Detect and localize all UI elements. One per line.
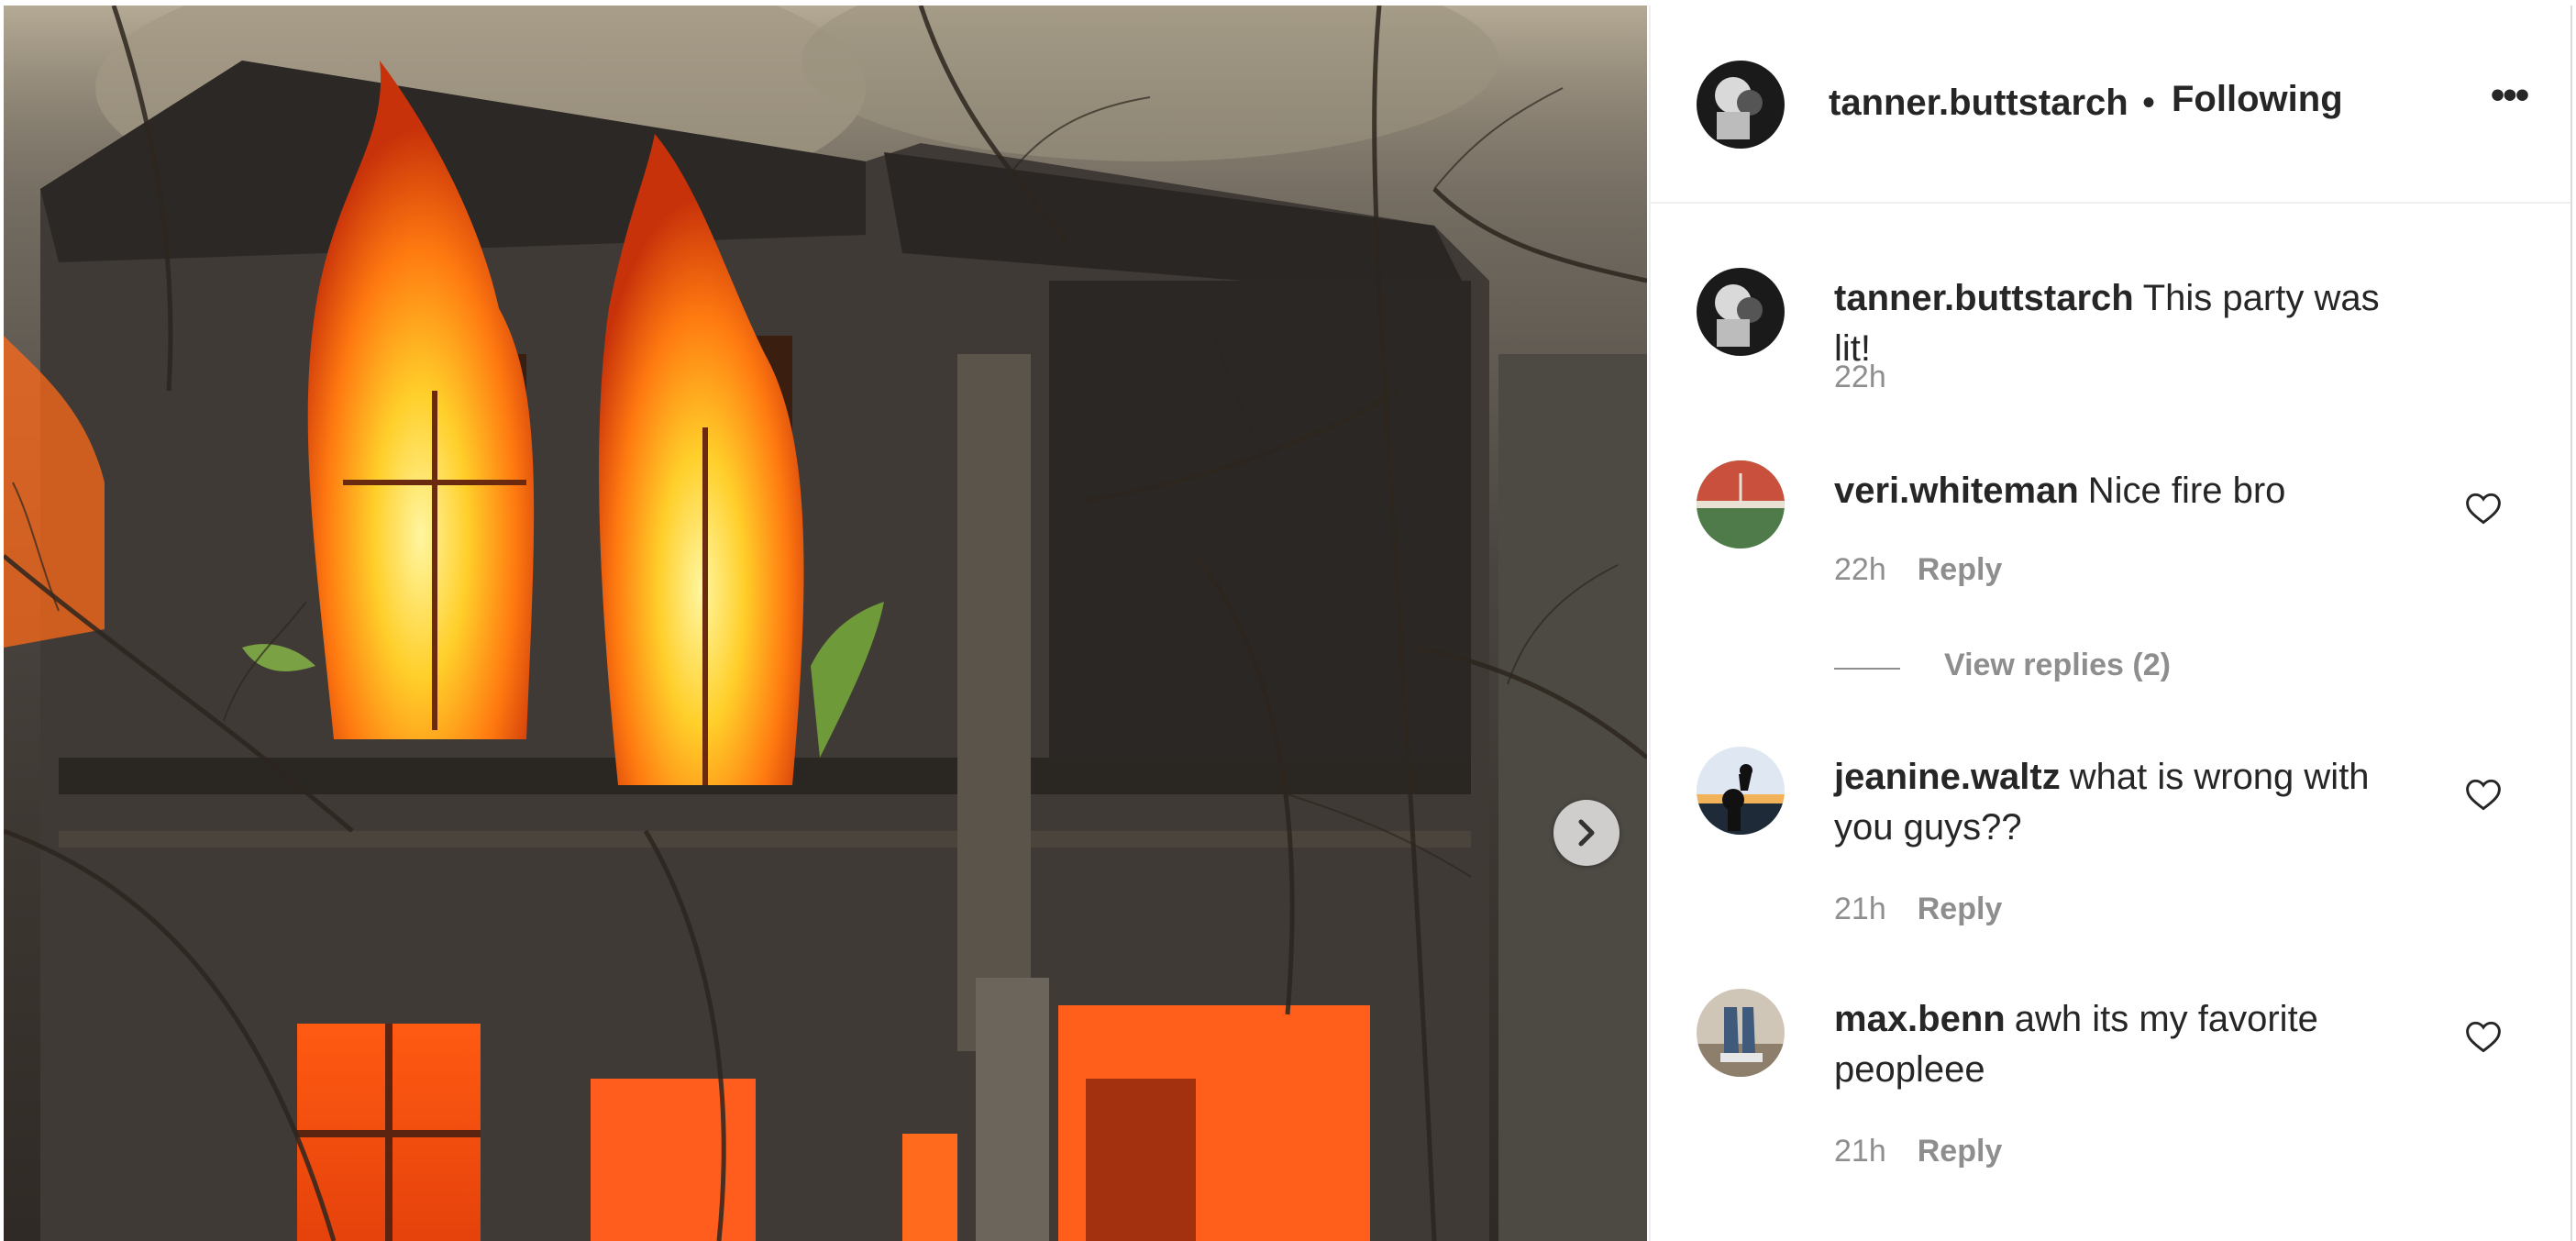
comment-timestamp[interactable]: 22h [1834, 552, 1886, 587]
comment-text: jeanine.waltz what is wrong with you guys… [1834, 752, 2421, 853]
replies-divider [1834, 668, 1900, 670]
like-comment-button[interactable] [2463, 774, 2504, 814]
avatar-image [1697, 989, 1785, 1077]
comment-item: veri.whiteman Nice fire bro 22h Reply View… [1651, 460, 2570, 699]
comment-meta: 21h Reply [1834, 892, 2002, 927]
chevron-right-icon [1578, 819, 1595, 847]
avatar[interactable] [1697, 61, 1785, 149]
caption-comment: tanner.buttstarch This party was lit! 22h [1651, 268, 2570, 415]
post-image[interactable] [4, 6, 1647, 1241]
post-sidebar: tanner.buttstarch • Following ••• tanner… [1649, 6, 2572, 1241]
comment-meta: 22h Reply [1834, 552, 2002, 588]
post-author-username[interactable]: tanner.buttstarch [1829, 83, 2128, 124]
reply-button[interactable]: Reply [1918, 552, 2003, 587]
comment-text: max.benn awh its my favorite peopleee [1834, 994, 2421, 1095]
reply-button[interactable]: Reply [1918, 1134, 2003, 1169]
avatar[interactable] [1697, 747, 1785, 835]
avatar-image [1697, 747, 1785, 835]
heart-icon [2466, 493, 2501, 525]
comment-body: Nice fire bro [2087, 471, 2286, 511]
avatar-image [1697, 460, 1785, 548]
following-button[interactable]: Following [2172, 79, 2343, 120]
comment-item: max.benn awh its my favorite peopleee 21h… [1651, 989, 2570, 1191]
burning-building-illustration [4, 6, 1647, 1241]
reply-button[interactable]: Reply [1918, 892, 2003, 926]
comment-text: veri.whiteman Nice fire bro [1834, 466, 2421, 516]
like-comment-button[interactable] [2463, 488, 2504, 528]
comment-timestamp[interactable]: 21h [1834, 1134, 1886, 1169]
header-separator: • [2142, 83, 2156, 123]
heart-icon [2466, 779, 2501, 811]
comment-username[interactable]: max.benn [1834, 999, 2006, 1039]
comment-meta: 22h [1834, 360, 1918, 395]
avatar-image [1697, 61, 1785, 149]
heart-icon [2466, 1021, 2501, 1053]
comment-username[interactable]: veri.whiteman [1834, 471, 2079, 511]
view-replies-label: View replies (2) [1944, 648, 2171, 682]
avatar-image [1697, 268, 1785, 356]
more-options-icon[interactable]: ••• [2482, 75, 2537, 125]
comment-username[interactable]: tanner.buttstarch [1834, 278, 2134, 318]
post-header: tanner.buttstarch • Following ••• [1651, 6, 2570, 204]
avatar[interactable] [1697, 268, 1785, 356]
comment-timestamp[interactable]: 21h [1834, 892, 1886, 926]
comment-timestamp[interactable]: 22h [1834, 360, 1886, 394]
avatar[interactable] [1697, 989, 1785, 1077]
avatar[interactable] [1697, 460, 1785, 548]
comment-username[interactable]: jeanine.waltz [1834, 757, 2061, 797]
post-modal: tanner.buttstarch • Following ••• tanner… [0, 0, 2576, 1241]
comment-meta: 21h Reply [1834, 1134, 2002, 1169]
comment-text: tanner.buttstarch This party was lit! [1834, 273, 2421, 374]
comment-item: jeanine.waltz what is wrong with you guys… [1651, 747, 2570, 948]
like-comment-button[interactable] [2463, 1016, 2504, 1057]
next-image-button[interactable] [1553, 800, 1620, 866]
